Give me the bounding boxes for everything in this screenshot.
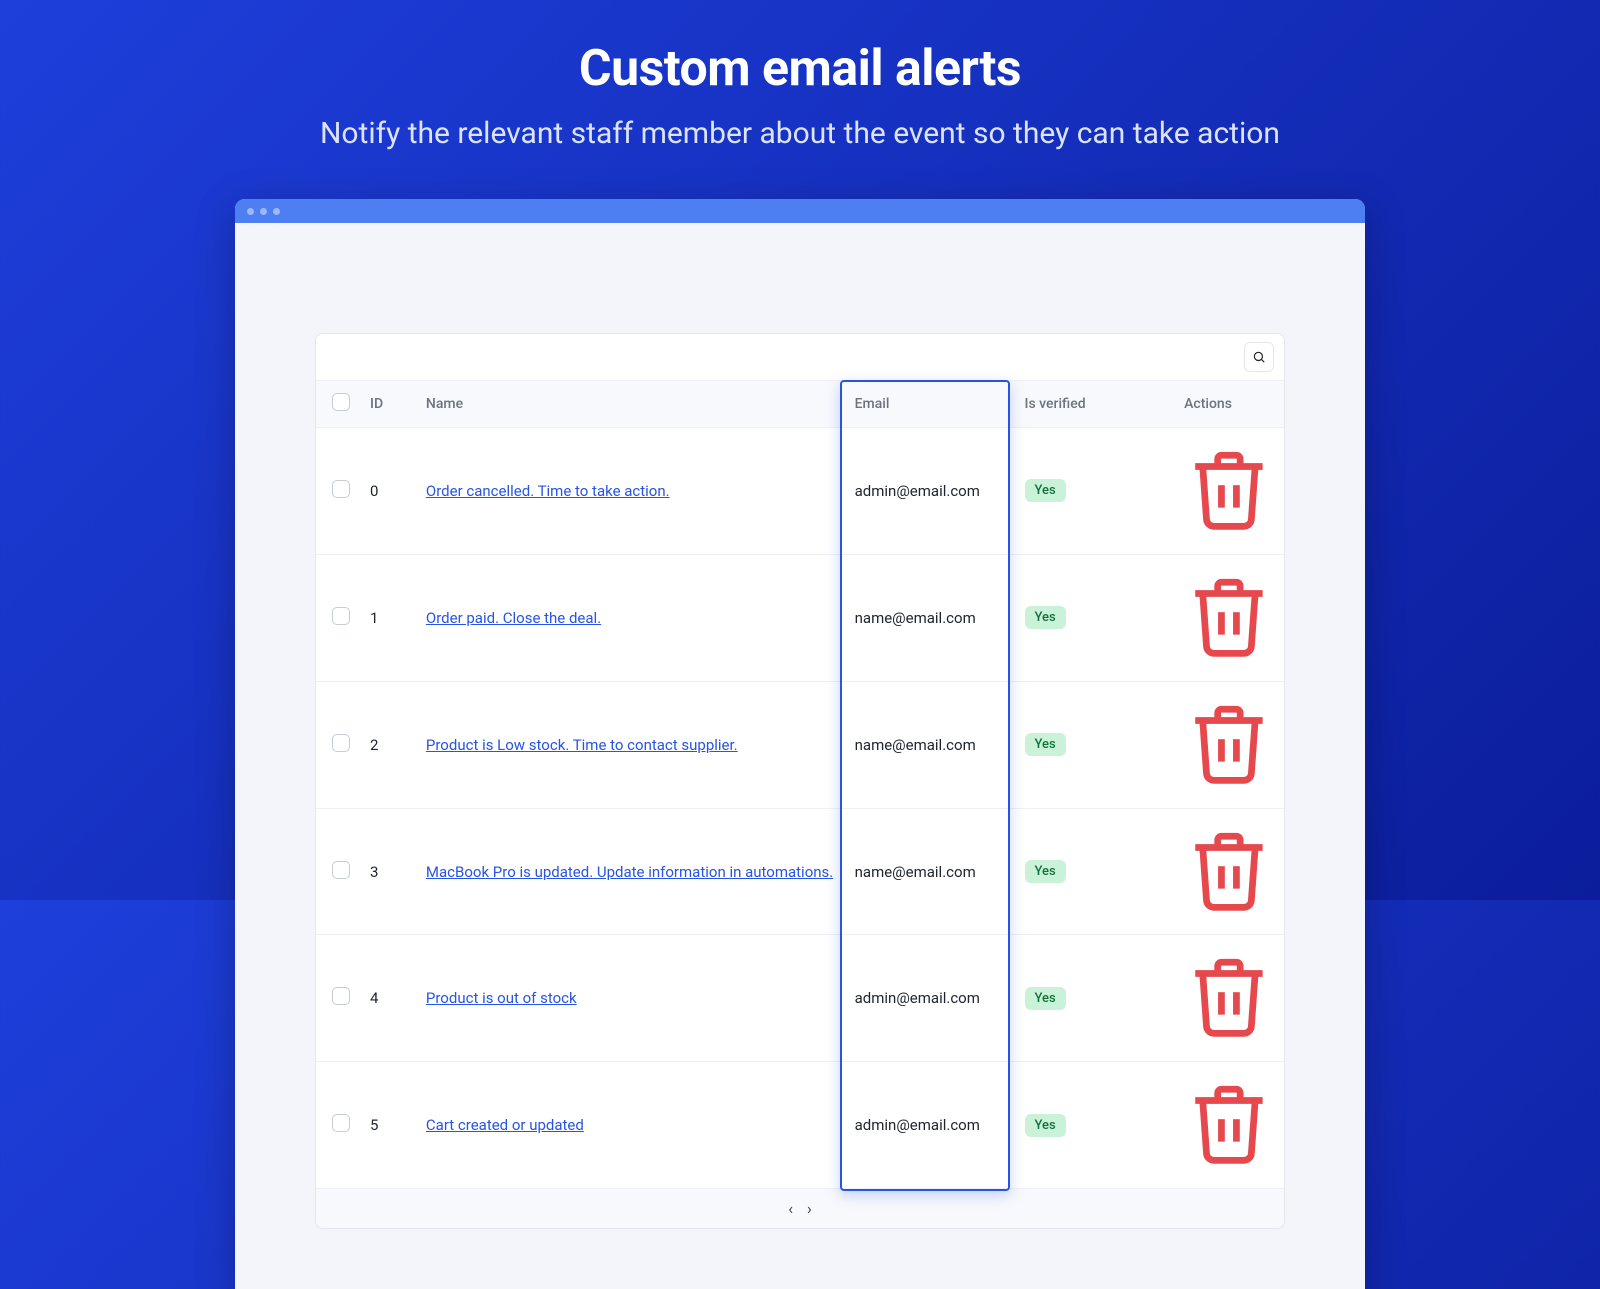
row-email: name@email.com (845, 554, 1015, 681)
table-row: 0 Order cancelled. Time to take action. ad… (316, 428, 1284, 555)
hero-subtitle: Notify the relevant staff member about t… (0, 116, 1600, 151)
row-name-link[interactable]: Order cancelled. Time to take action. (426, 482, 670, 500)
select-all-checkbox[interactable] (332, 393, 350, 411)
delete-button[interactable] (1184, 900, 1274, 918)
row-checkbox[interactable] (332, 480, 350, 498)
window-titlebar (235, 199, 1365, 223)
window-dot (260, 208, 267, 215)
row-checkbox[interactable] (332, 607, 350, 625)
header-email: Email (845, 381, 1015, 428)
search-button[interactable] (1244, 342, 1274, 372)
row-email: admin@email.com (845, 428, 1015, 555)
table-row: 3 MacBook Pro is updated. Update informat… (316, 808, 1284, 935)
alerts-card: ID Name Email Is verified Actions 0 Order… (315, 333, 1285, 1229)
row-email: admin@email.com (845, 935, 1015, 1062)
row-email: name@email.com (845, 808, 1015, 935)
row-id: 0 (360, 428, 416, 555)
verified-badge: Yes (1025, 1114, 1066, 1137)
verified-badge: Yes (1025, 860, 1066, 883)
row-id: 3 (360, 808, 416, 935)
delete-button[interactable] (1184, 1027, 1274, 1045)
row-name-link[interactable]: Product is Low stock. Time to contact su… (426, 736, 738, 754)
hero-title: Custom email alerts (0, 40, 1600, 98)
delete-button[interactable] (1184, 647, 1274, 665)
row-id: 1 (360, 554, 416, 681)
row-checkbox[interactable] (332, 861, 350, 879)
table-row: 4 Product is out of stock admin@email.com Y… (316, 935, 1284, 1062)
window-body: ID Name Email Is verified Actions 0 Order… (235, 223, 1365, 1289)
table-header-row: ID Name Email Is verified Actions (316, 381, 1284, 428)
verified-badge: Yes (1025, 606, 1066, 629)
alerts-table: ID Name Email Is verified Actions 0 Order… (316, 381, 1284, 1188)
row-id: 5 (360, 1062, 416, 1188)
pager-prev[interactable]: ‹ (788, 1199, 793, 1218)
verified-badge: Yes (1025, 479, 1066, 502)
delete-button[interactable] (1184, 1154, 1274, 1172)
row-email: admin@email.com (845, 1062, 1015, 1188)
row-id: 4 (360, 935, 416, 1062)
window-dot (247, 208, 254, 215)
row-checkbox[interactable] (332, 987, 350, 1005)
app-window: ID Name Email Is verified Actions 0 Order… (235, 199, 1365, 1289)
verified-badge: Yes (1025, 987, 1066, 1010)
row-name-link[interactable]: Cart created or updated (426, 1116, 584, 1134)
card-toolbar (316, 334, 1284, 381)
search-icon (1252, 350, 1266, 364)
header-id: ID (360, 381, 416, 428)
row-checkbox[interactable] (332, 1114, 350, 1132)
row-name-link[interactable]: Order paid. Close the deal. (426, 609, 601, 627)
row-name-link[interactable]: MacBook Pro is updated. Update informati… (426, 863, 833, 881)
window-dot (273, 208, 280, 215)
table-row: 2 Product is Low stock. Time to contact s… (316, 681, 1284, 808)
verified-badge: Yes (1025, 733, 1066, 756)
header-verified: Is verified (1015, 381, 1175, 428)
row-email: name@email.com (845, 681, 1015, 808)
pager-next[interactable]: › (807, 1199, 812, 1218)
row-name-link[interactable]: Product is out of stock (426, 989, 577, 1007)
delete-button[interactable] (1184, 774, 1274, 792)
pager: ‹ › (316, 1188, 1284, 1228)
row-checkbox[interactable] (332, 734, 350, 752)
delete-button[interactable] (1184, 520, 1274, 538)
header-actions: Actions (1174, 381, 1284, 428)
table-row: 5 Cart created or updated admin@email.com Y… (316, 1062, 1284, 1188)
hero: Custom email alerts Notify the relevant … (0, 0, 1600, 151)
table-row: 1 Order paid. Close the deal. name@email.c… (316, 554, 1284, 681)
row-id: 2 (360, 681, 416, 808)
header-name: Name (416, 381, 845, 428)
